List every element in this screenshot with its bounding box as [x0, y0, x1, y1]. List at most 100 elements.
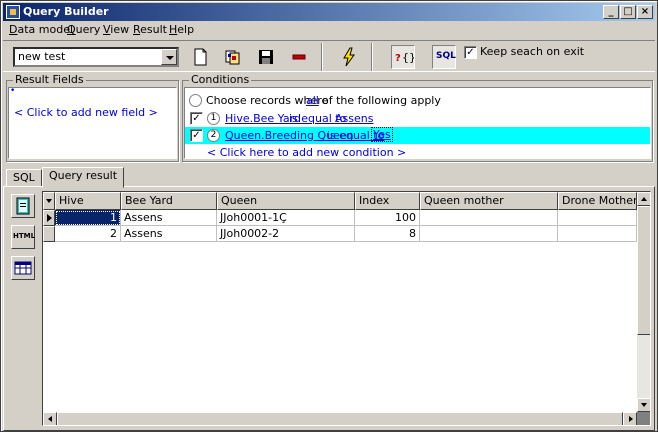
sql-label: SQL	[436, 51, 456, 61]
tab-strip: SQL Query result	[3, 167, 655, 188]
condition-number-badge: 2	[207, 129, 220, 142]
scroll-right-button[interactable]	[623, 412, 637, 425]
conditions-group: Conditions Choose records where all of t…	[182, 74, 653, 162]
save-query-button[interactable]	[254, 45, 278, 69]
add-new-condition-link[interactable]: < Click here to add new condition >	[207, 146, 406, 159]
choose-suffix-text: of the following apply	[322, 94, 441, 107]
table-view-button[interactable]	[11, 256, 35, 280]
conditions-list: Choose records where all of the followin…	[184, 87, 651, 159]
current-row-arrow-icon	[47, 214, 52, 222]
title-bar[interactable]: Query Builder _ □ ×	[3, 3, 655, 21]
delete-icon	[292, 54, 306, 60]
table-cell[interactable]: 100	[355, 210, 420, 226]
parameter-brace-icon: ? {}	[395, 51, 416, 64]
column-header-hive[interactable]: Hive	[55, 192, 121, 210]
query-name-combo[interactable]: new test	[13, 47, 179, 67]
parameters-button[interactable]: ? {}	[391, 45, 416, 69]
table-cell[interactable]: 2	[55, 226, 121, 242]
export-button[interactable]	[11, 194, 35, 218]
query-result-panel: HTML Hive Bee Yard Queen Index Queen mot…	[3, 186, 655, 431]
table-cell[interactable]: Assens	[121, 226, 217, 242]
condition-2-value-link[interactable]: Yes	[371, 127, 393, 142]
condition-row: ✓ 1 Hive.Bee Yard is equal to Assens	[185, 110, 650, 127]
condition-2-checkbox[interactable]: ✓	[190, 129, 203, 142]
menu-view[interactable]: View	[103, 23, 129, 36]
open-query-icon	[225, 50, 240, 65]
chevron-down-icon	[46, 199, 52, 203]
table-cell[interactable]	[558, 226, 637, 242]
lightning-icon	[343, 47, 355, 67]
svg-text:?: ?	[395, 53, 401, 64]
toolbar-separator	[321, 43, 323, 71]
menu-bar: Data model Query View Result Help	[3, 21, 655, 39]
table-cell[interactable]: 8	[355, 226, 420, 242]
menu-query[interactable]: Query	[67, 23, 100, 36]
column-header-index[interactable]: Index	[355, 192, 420, 210]
quantifier-link[interactable]: all	[306, 94, 319, 107]
condition-row-selected[interactable]: ✓ 2 Queen.Breeding Queen is equal to Yes	[185, 127, 650, 144]
column-header-bee-yard[interactable]: Bee Yard	[121, 192, 217, 210]
field-marker: •	[10, 86, 16, 96]
conditions-label: Conditions	[189, 73, 252, 86]
save-icon	[259, 50, 273, 64]
row-indicator[interactable]	[43, 210, 55, 226]
keep-search-checkbox[interactable]: ✓	[464, 46, 477, 59]
open-query-button[interactable]	[221, 45, 245, 69]
scroll-down-button[interactable]	[637, 398, 650, 412]
result-fields-label: Result Fields	[13, 73, 86, 86]
arrow-down-icon	[641, 403, 647, 407]
result-grid: Hive Bee Yard Queen Index Queen mother D…	[42, 191, 651, 426]
table-cell[interactable]: Assens	[121, 210, 217, 226]
table-cell[interactable]: JJoh0002-2	[217, 226, 355, 242]
column-header-queen-mother[interactable]: Queen mother	[420, 192, 558, 210]
toolbar-separator	[371, 43, 373, 71]
keep-search-label: Keep seach on exit	[480, 45, 585, 58]
column-header-drone-mother[interactable]: Drone Mother	[558, 192, 637, 210]
delete-query-button[interactable]	[287, 45, 311, 69]
condition-1-value-link[interactable]: Assens	[335, 112, 373, 125]
sql-view-button[interactable]: SQL	[432, 45, 456, 69]
condition-1-checkbox[interactable]: ✓	[190, 112, 203, 125]
window-title: Query Builder	[23, 5, 109, 18]
column-header-queen[interactable]: Queen	[217, 192, 355, 210]
minimize-button[interactable]: _	[603, 5, 619, 19]
scroll-up-button[interactable]	[637, 192, 650, 206]
match-mode-radio[interactable]	[189, 94, 202, 107]
tab-query-result[interactable]: Query result	[42, 167, 125, 188]
table-cell[interactable]	[558, 210, 637, 226]
table-cell[interactable]	[420, 226, 558, 242]
table-view-icon	[14, 261, 32, 275]
arrow-right-icon	[629, 416, 633, 422]
arrow-left-icon	[48, 416, 52, 422]
result-grid-body: Hive Bee Yard Queen Index Queen mother D…	[43, 192, 637, 412]
add-new-field-link[interactable]: < Click to add new field >	[14, 106, 158, 119]
maximize-button[interactable]: □	[620, 5, 636, 19]
new-document-icon	[194, 48, 207, 66]
svg-text:{}: {}	[402, 51, 414, 64]
chevron-down-icon[interactable]	[161, 49, 177, 65]
table-cell[interactable]	[420, 210, 558, 226]
menu-help[interactable]: Help	[169, 23, 194, 36]
horizontal-scroll-thumb[interactable]	[57, 412, 623, 425]
result-fields-list[interactable]: • < Click to add new field >	[8, 86, 177, 159]
query-builder-window: Query Builder _ □ × Data model Query Vie…	[0, 0, 658, 432]
menu-data-model[interactable]: Data model	[9, 23, 73, 36]
close-button[interactable]: ×	[637, 5, 653, 19]
horizontal-scrollbar[interactable]	[43, 412, 637, 425]
table-cell[interactable]: JJoh0001-1Ç	[217, 210, 355, 226]
row-indicator[interactable]	[43, 226, 55, 242]
html-export-button[interactable]: HTML	[11, 225, 35, 249]
menu-result[interactable]: Result	[133, 23, 167, 36]
tab-sql[interactable]: SQL	[6, 169, 42, 187]
new-query-button[interactable]	[188, 45, 212, 69]
table-cell-selected[interactable]: 1	[55, 210, 121, 226]
vertical-scroll-thumb[interactable]	[637, 206, 650, 335]
run-query-button[interactable]	[337, 45, 361, 69]
app-icon	[6, 5, 20, 19]
vertical-scrollbar[interactable]	[637, 192, 650, 412]
html-export-icon: HTML	[13, 232, 36, 240]
condition-number-badge: 1	[207, 112, 220, 125]
result-fields-group: Result Fields • < Click to add new field…	[6, 74, 179, 162]
scroll-left-button[interactable]	[43, 412, 57, 425]
export-icon	[16, 197, 30, 215]
